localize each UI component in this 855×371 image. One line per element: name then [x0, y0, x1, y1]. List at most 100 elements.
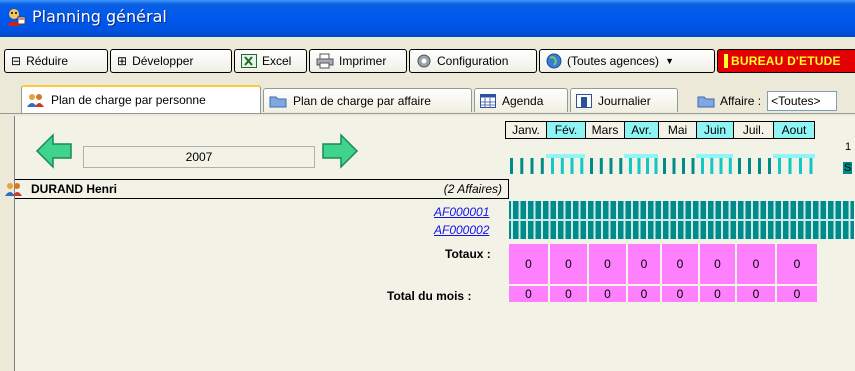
- month-header-cell: Juin: [696, 121, 733, 139]
- totaux-row: 00000000: [509, 244, 819, 284]
- week-bar: [682, 158, 685, 174]
- total-cell: 0: [777, 244, 819, 284]
- month-header-cell: Mars: [585, 121, 624, 139]
- previous-year-arrow-icon[interactable]: [35, 132, 73, 170]
- folder-icon: [269, 96, 287, 107]
- week-bar: [768, 158, 771, 174]
- person-row[interactable]: DURAND Henri (2 Affaires): [5, 179, 509, 199]
- month-band: [773, 154, 815, 158]
- day-letter: S: [843, 162, 853, 174]
- week-bar: [560, 158, 564, 174]
- week-bar: [609, 158, 613, 174]
- total-cell: 0: [700, 244, 737, 284]
- developper-label: Développer: [132, 54, 194, 68]
- total-cell: 0: [589, 244, 628, 284]
- week-bar: [663, 158, 666, 174]
- week-bar: [629, 158, 632, 174]
- chevron-down-icon: ▼: [665, 56, 674, 66]
- window-title-bar[interactable]: Planning général: [0, 0, 855, 37]
- affaire-count: (2 Affaires): [443, 182, 502, 196]
- total-cell: 0: [589, 286, 628, 302]
- month-band: [546, 154, 585, 158]
- excel-button[interactable]: Excel: [234, 49, 307, 73]
- expand-icon: ⊞: [117, 54, 128, 68]
- row-separator: [509, 219, 854, 221]
- printer-icon: [316, 53, 334, 69]
- tab-plan-personne-label: Plan de charge par personne: [51, 93, 206, 107]
- week-bar: [599, 158, 603, 174]
- week-bar: [530, 158, 534, 174]
- tab-journalier[interactable]: Journalier: [570, 88, 678, 112]
- affaire-timeline: [509, 201, 854, 239]
- developper-button[interactable]: ⊞ Développer: [110, 49, 232, 73]
- total-mois-row: 00000000: [509, 286, 819, 302]
- day-calendar-icon: [576, 93, 592, 108]
- person-name: DURAND Henri: [31, 182, 118, 196]
- week-bar: [778, 158, 781, 174]
- folder-icon: [697, 96, 715, 108]
- week-bar: [654, 158, 658, 174]
- week-bar: [646, 158, 649, 174]
- total-cell: 0: [662, 244, 700, 284]
- total-cell: 0: [662, 286, 700, 302]
- total-cell: 0: [777, 286, 819, 302]
- toolbar: ⊟ Réduire ⊞ Développer Excel Imprimer Co…: [0, 49, 855, 77]
- week-bar: [540, 158, 544, 174]
- bureau-etude-button[interactable]: BUREAU D'ETUDE: [717, 49, 855, 73]
- month-header-cell: Avr.: [624, 121, 658, 139]
- people-icon: [27, 94, 44, 107]
- week-bar: [748, 158, 751, 174]
- imprimer-label: Imprimer: [339, 54, 387, 68]
- window-title: Planning général: [32, 7, 167, 26]
- tab-journalier-label: Journalier: [598, 93, 651, 108]
- gear-icon: [417, 54, 431, 68]
- agences-value: (Toutes agences): [567, 54, 660, 68]
- total-cell: 0: [737, 286, 777, 302]
- affaire-select[interactable]: <Toutes>: [767, 91, 838, 111]
- week-bar: [758, 158, 761, 174]
- week-bar: [738, 158, 741, 174]
- week-bar: [719, 158, 723, 174]
- reduire-button[interactable]: ⊟ Réduire: [4, 49, 108, 73]
- total-cell: 0: [700, 286, 737, 302]
- week-bar: [672, 158, 676, 174]
- total-cell: 0: [509, 244, 550, 284]
- month-header-cell: Aout: [773, 121, 815, 139]
- configuration-label: Configuration: [437, 54, 509, 68]
- tab-plan-affaire[interactable]: Plan de charge par affaire: [263, 88, 472, 112]
- total-cell: 0: [628, 286, 662, 302]
- week-bar: [619, 158, 623, 174]
- tab-bar: Plan de charge par personne Plan de char…: [0, 85, 855, 114]
- bureau-marker-icon: [724, 54, 728, 68]
- month-header-cell: Janv.: [505, 121, 546, 139]
- affaire-link-2[interactable]: AF000002: [434, 223, 489, 237]
- next-year-arrow-icon[interactable]: [321, 132, 359, 170]
- month-band: [696, 154, 733, 158]
- reduire-label: Réduire: [26, 54, 69, 68]
- excel-icon: [241, 54, 257, 68]
- week-bar: [637, 158, 641, 174]
- imprimer-button[interactable]: Imprimer: [309, 49, 407, 73]
- total-cell: 0: [509, 286, 550, 302]
- configuration-button[interactable]: Configuration: [409, 49, 537, 73]
- agences-dropdown[interactable]: (Toutes agences) ▼: [539, 49, 715, 73]
- affaire-filter: Affaire : <Toutes>: [697, 91, 838, 111]
- week-bar: [788, 158, 792, 174]
- week-bar: [580, 158, 584, 174]
- excel-label: Excel: [262, 54, 292, 68]
- month-header-cell: Mai: [658, 121, 696, 139]
- affaire-link-1[interactable]: AF000001: [434, 205, 489, 219]
- totaux-label: Totaux :: [445, 247, 491, 261]
- month-header: Janv. Fév. Mars Avr. Mai Juin Juil. Aout: [505, 121, 815, 139]
- week-bar: [728, 158, 732, 174]
- tab-plan-affaire-label: Plan de charge par affaire: [293, 93, 431, 108]
- total-cell: 0: [737, 244, 777, 284]
- tab-plan-personne[interactable]: Plan de charge par personne: [21, 85, 261, 113]
- week-bars: [510, 154, 815, 174]
- week-bar: [570, 158, 574, 174]
- bureau-etude-label: BUREAU D'ETUDE: [731, 54, 841, 68]
- planning-area: 2007 Janv. Fév. Mars Avr. Mai Juin Juil. Aout 1…: [5, 116, 855, 371]
- calendar-grid-icon: [480, 93, 496, 108]
- collapse-icon: ⊟: [11, 54, 22, 68]
- tab-agenda[interactable]: Agenda: [474, 88, 568, 112]
